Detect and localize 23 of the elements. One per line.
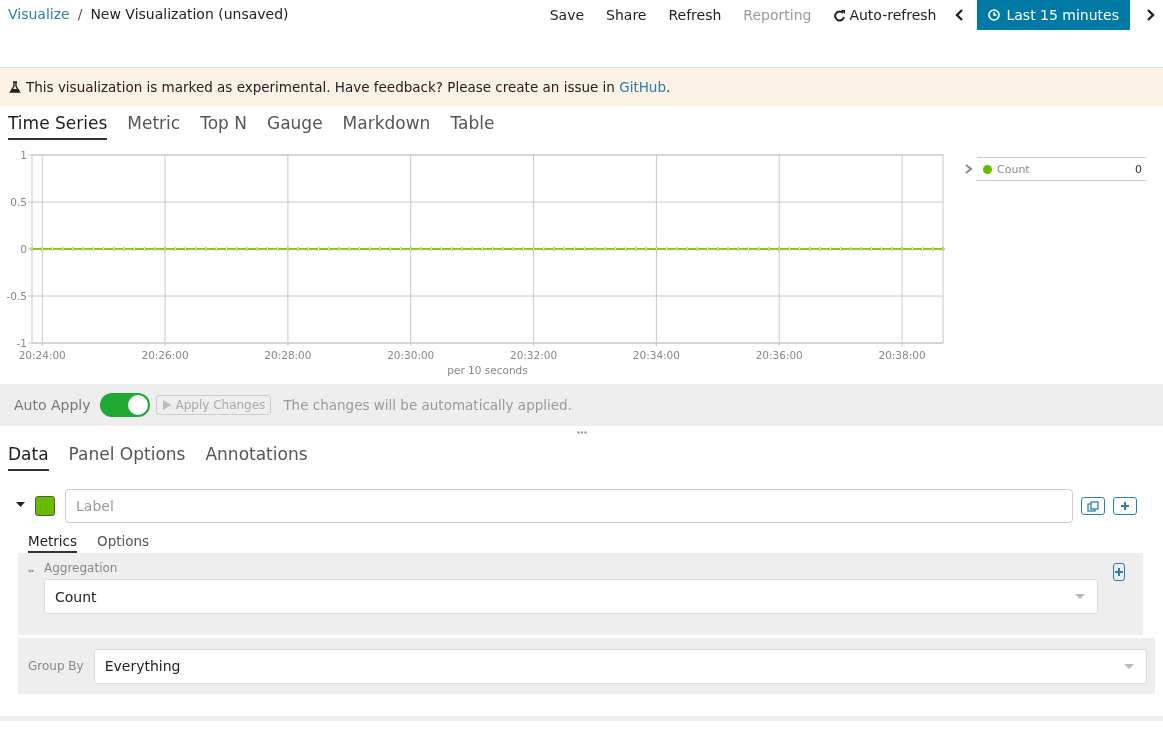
y-axis-label: -0.5 [6, 290, 27, 302]
breadcrumb-separator: / [77, 6, 83, 22]
x-axis-label: 20:34:00 [632, 349, 680, 361]
y-axis-label: -1 [16, 337, 27, 349]
y-axis-label: 1 [20, 149, 27, 161]
x-axis-title: per 10 seconds [447, 364, 528, 376]
banner-text: This visualization is marked as experimental. Have feedback? Please create an issue in GitHub. [26, 79, 671, 95]
y-axis-label: 0.5 [10, 196, 27, 208]
x-axis-label: 20:36:00 [755, 349, 803, 361]
legend-value: 0 [1135, 162, 1142, 176]
x-axis-label: 20:32:00 [510, 349, 558, 361]
page-title: New Visualization (unsaved) [90, 6, 289, 22]
group-by-label: Group By [28, 659, 84, 673]
x-axis-label: 20:28:00 [264, 349, 312, 361]
x-axis-label: 20:30:00 [387, 349, 435, 361]
x-axis-label: 20:26:00 [141, 349, 189, 361]
aggregation-label: Aggregation [44, 561, 119, 575]
x-axis-label: 20:24:00 [18, 349, 66, 361]
x-axis-label: 20:38:00 [878, 349, 926, 361]
y-axis-label: 0 [20, 243, 27, 255]
auto-apply-label: Auto Apply [14, 397, 91, 413]
legend-label: Count [997, 162, 1031, 176]
apply-message: The changes will be automatically applied. [283, 397, 572, 413]
